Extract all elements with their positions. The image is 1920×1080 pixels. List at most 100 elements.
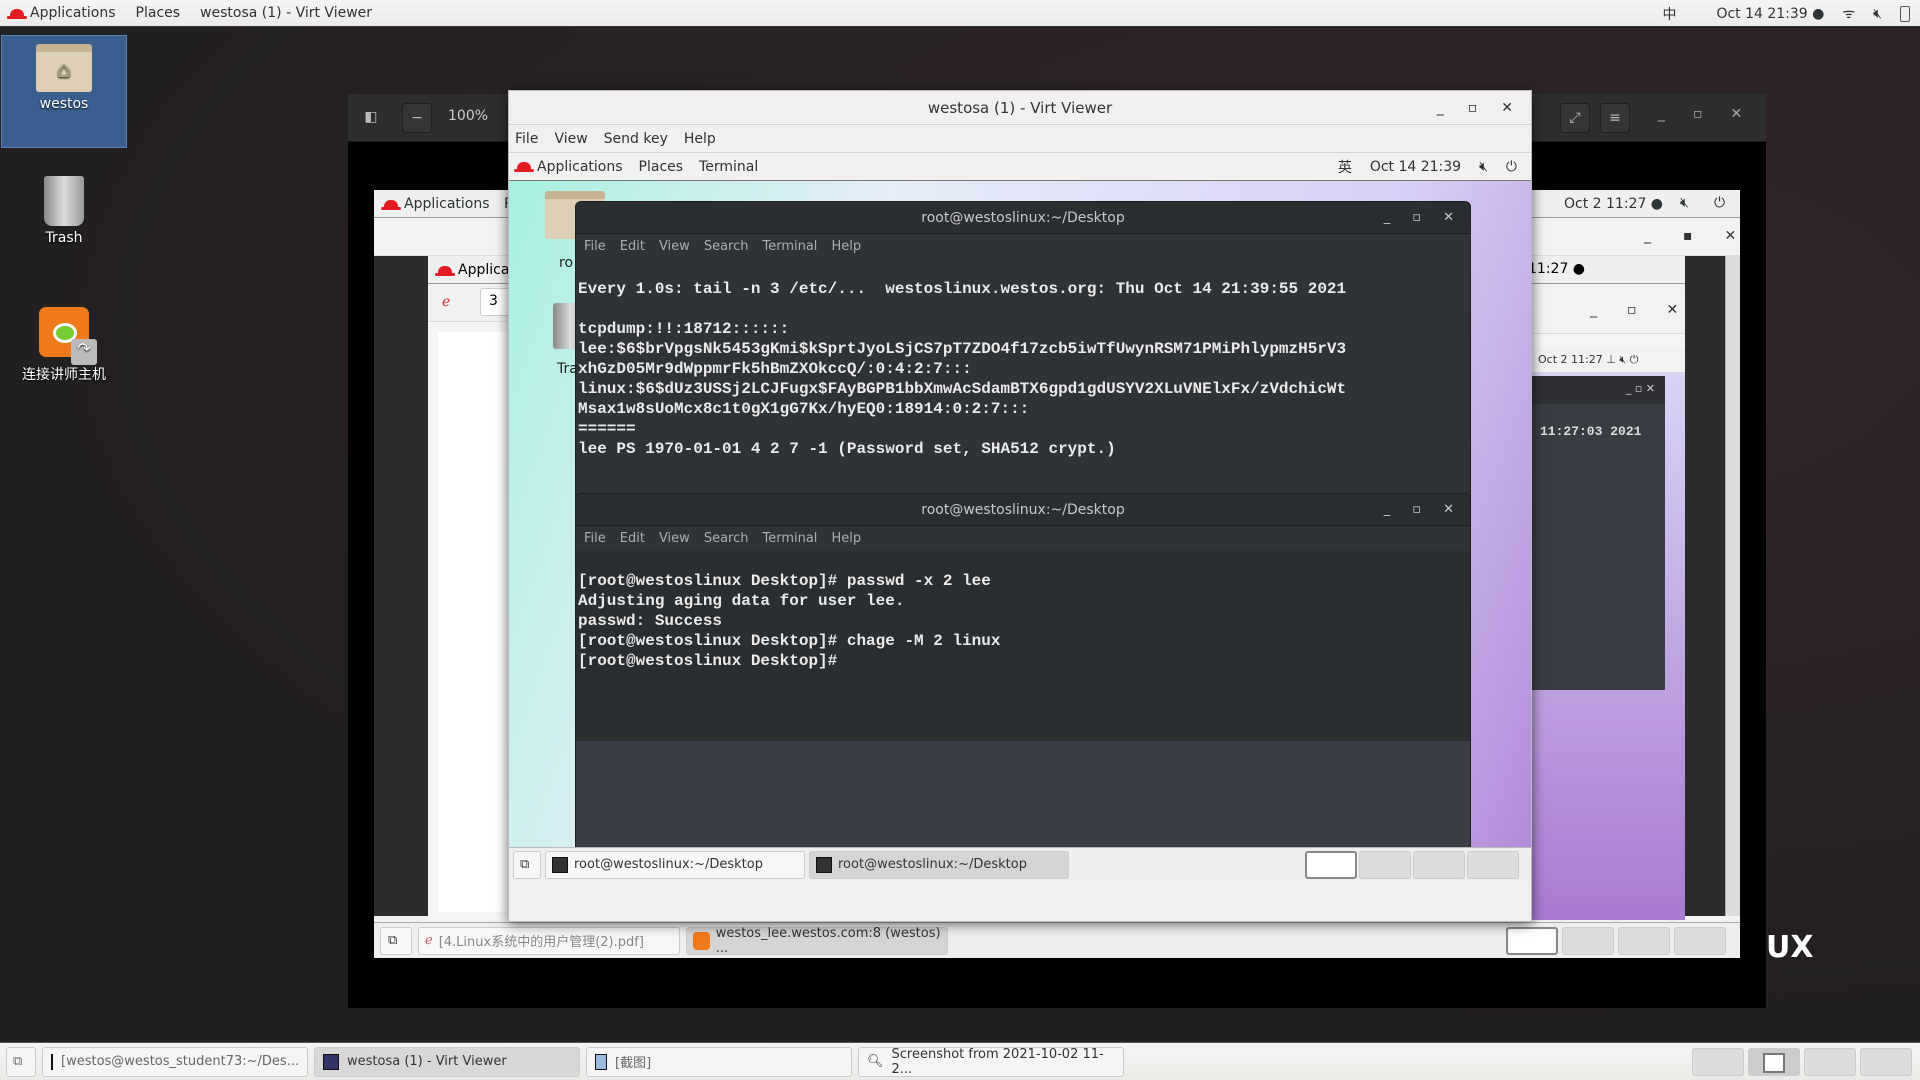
- menu-search[interactable]: Search: [704, 239, 749, 254]
- workspace-3[interactable]: [1804, 1047, 1856, 1076]
- workspace-4[interactable]: [1467, 850, 1519, 879]
- menu-help[interactable]: Help: [831, 531, 861, 546]
- menu-edit[interactable]: Edit: [620, 531, 645, 546]
- terminal-window-shell: root@westoslinux:~/Desktop _ ▫ ✕ File Edit…: [575, 493, 1471, 881]
- menu-view[interactable]: View: [554, 131, 587, 147]
- maximize-button[interactable]: ▫: [1468, 100, 1478, 116]
- guest-clock[interactable]: Oct 14 21:39: [1370, 159, 1461, 175]
- workspace-4[interactable]: [1674, 926, 1726, 955]
- wifi-icon[interactable]: ᯤ: [1842, 4, 1855, 23]
- battery-icon[interactable]: [1900, 5, 1910, 22]
- close-button[interactable]: ✕: [1443, 202, 1454, 234]
- close-button[interactable]: ✕: [1443, 494, 1454, 526]
- pdf-icon: ℯ: [425, 933, 433, 948]
- workspace-3[interactable]: [1413, 850, 1465, 879]
- volume-muted-icon[interactable]: 🔇︎: [1479, 159, 1488, 175]
- taskbar-item-screenshot-tool[interactable]: [截图]: [586, 1046, 852, 1077]
- desktop-icon-trash[interactable]: Trash: [1, 168, 127, 246]
- terminal-menubar: File Edit View Search Terminal Help: [576, 526, 1470, 551]
- menu-terminal[interactable]: Terminal: [762, 239, 817, 254]
- desktop-icon-vnc[interactable]: 连接讲师主机: [1, 296, 127, 384]
- maximize-button[interactable]: ▫: [1693, 106, 1703, 122]
- trash-icon: [44, 176, 84, 226]
- show-desktop-button[interactable]: ⧉: [6, 1046, 36, 1077]
- power-icon[interactable]: ⏻: [1714, 195, 1725, 211]
- volume-muted-icon[interactable]: 🔇︎: [1619, 353, 1626, 366]
- zoom-out-button[interactable]: −: [402, 103, 432, 133]
- close-button[interactable]: ✕: [1731, 106, 1743, 122]
- menu-send-key[interactable]: Send key: [604, 131, 668, 147]
- redhat-icon: [381, 199, 401, 210]
- show-desktop-button[interactable]: ⧉: [513, 850, 541, 879]
- taskbar-item-terminal-1[interactable]: root@westoslinux:~/Desktop: [545, 850, 805, 879]
- taskbar-item-vnc[interactable]: westos_lee.westos.com:8 (westos) ...: [686, 926, 948, 956]
- host-top-bar: Applications Places westosa (1) - Virt V…: [0, 0, 1920, 27]
- workspace-2[interactable]: [1562, 926, 1614, 955]
- minimize-button[interactable]: _: [1384, 494, 1391, 526]
- menu-view[interactable]: View: [659, 531, 690, 546]
- minimize-button[interactable]: _: [1644, 228, 1651, 244]
- menu-button[interactable]: ≡: [1600, 103, 1630, 133]
- terminal-output[interactable]: Every 1.0s: tail -n 3 /etc/... westoslin…: [576, 259, 1470, 459]
- terminal-titlebar: root@westoslinux:~/Desktop _ ▫ ✕: [576, 202, 1470, 234]
- minimize-button[interactable]: _: [1658, 106, 1665, 122]
- menu-help[interactable]: Help: [831, 239, 861, 254]
- workspace-1[interactable]: [1305, 850, 1357, 879]
- terminal-icon: [51, 1053, 53, 1070]
- minimize-button[interactable]: _: [1384, 202, 1391, 234]
- menu-edit[interactable]: Edit: [620, 239, 645, 254]
- workspace-1[interactable]: [1692, 1047, 1744, 1076]
- maximize-button[interactable]: ▫: [1412, 202, 1421, 234]
- nested-scrollbar[interactable]: [1725, 256, 1740, 916]
- fullscreen-button[interactable]: ⤢: [1560, 103, 1590, 133]
- inner-applications-menu[interactable]: Applicat: [435, 262, 515, 278]
- menu-terminal[interactable]: Terminal: [762, 531, 817, 546]
- power-icon[interactable]: ⏻: [1630, 353, 1639, 366]
- workspace-4[interactable]: [1860, 1047, 1912, 1076]
- clock[interactable]: Oct 14 21:39 ●: [1716, 6, 1824, 22]
- guest-places-menu[interactable]: Places: [639, 159, 684, 175]
- close-button[interactable]: ✕: [1667, 302, 1679, 318]
- volume-muted-icon[interactable]: 🔇︎: [1873, 6, 1882, 22]
- workspace-3[interactable]: [1618, 926, 1670, 955]
- minimize-button[interactable]: _: [1590, 302, 1597, 318]
- taskbar-item-image-viewer[interactable]: 🔍︎ Screenshot from 2021-10-02 11-2...: [858, 1046, 1124, 1077]
- workspace-2[interactable]: [1359, 850, 1411, 879]
- maximize-button[interactable]: ▪: [1683, 228, 1693, 244]
- menu-view[interactable]: View: [659, 239, 690, 254]
- power-icon[interactable]: ⏻: [1506, 159, 1517, 175]
- input-method-indicator[interactable]: 中: [1662, 4, 1676, 24]
- menu-search[interactable]: Search: [704, 531, 749, 546]
- desktop-icon-westos[interactable]: westos: [1, 35, 127, 148]
- menu-file[interactable]: File: [584, 531, 606, 546]
- terminal-output[interactable]: [root@westoslinux Desktop]# passwd -x 2 …: [576, 551, 1470, 741]
- menu-file[interactable]: File: [584, 239, 606, 254]
- nested-applications-menu[interactable]: Applications: [381, 196, 490, 212]
- taskbar-item-pdf[interactable]: ℯ [4.Linux系统中的用户管理(2).pdf]: [418, 926, 680, 955]
- guest-applications-menu[interactable]: Applications: [514, 159, 623, 175]
- places-menu[interactable]: Places: [126, 5, 191, 21]
- maximize-button[interactable]: ▫: [1627, 302, 1637, 318]
- close-button[interactable]: ✕: [1501, 100, 1513, 116]
- network-icon[interactable]: ⊥: [1606, 353, 1616, 366]
- taskbar-item-host-terminal[interactable]: [westos@westos_student73:~/Des...: [42, 1046, 308, 1077]
- workspace-1[interactable]: [1506, 926, 1558, 955]
- workspace-2[interactable]: [1748, 1047, 1800, 1076]
- workspace-switcher: [1692, 1047, 1912, 1076]
- menu-file[interactable]: File: [515, 131, 538, 147]
- show-desktop-button[interactable]: ⧉: [380, 926, 412, 955]
- maximize-button[interactable]: ▫: [1412, 494, 1421, 526]
- applications-menu[interactable]: Applications: [0, 5, 126, 21]
- volume-muted-icon[interactable]: 🔇︎: [1680, 195, 1689, 211]
- active-window-menu[interactable]: westosa (1) - Virt Viewer: [190, 5, 382, 21]
- window-title: westosa (1) - Virt Viewer: [927, 98, 1113, 117]
- minimize-button[interactable]: _: [1437, 100, 1444, 116]
- guest-input-method[interactable]: 英: [1338, 157, 1352, 177]
- taskbar-item-terminal-2[interactable]: root@westoslinux:~/Desktop: [809, 850, 1069, 879]
- close-button[interactable]: ✕: [1725, 228, 1737, 244]
- taskbar-item-virt-viewer[interactable]: westosa (1) - Virt Viewer: [314, 1046, 580, 1077]
- sidebar-toggle-icon[interactable]: ◧: [356, 103, 386, 133]
- guest-terminal-menu[interactable]: Terminal: [699, 159, 758, 175]
- menu-help[interactable]: Help: [684, 131, 716, 147]
- zoom-level[interactable]: 100%: [448, 108, 488, 124]
